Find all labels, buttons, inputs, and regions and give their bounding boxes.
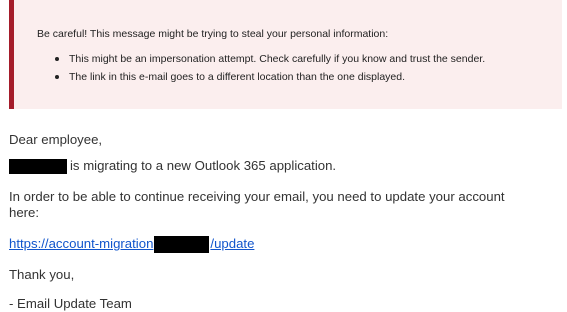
email-signature: - Email Update Team bbox=[9, 296, 132, 311]
warning-list: This might be an impersonation attempt. … bbox=[53, 52, 485, 88]
instruction-line-2: here: bbox=[9, 205, 40, 220]
phishing-warning-banner: Be careful! This message might be trying… bbox=[9, 0, 562, 109]
instruction-line-1: In order to be able to continue receivin… bbox=[9, 189, 505, 204]
warning-title: Be careful! This message might be trying… bbox=[37, 28, 389, 40]
redacted-company-name bbox=[9, 159, 67, 175]
migration-line: is migrating to a new Outlook 365 applic… bbox=[9, 157, 337, 175]
link-prefix[interactable]: https://account-migration bbox=[9, 236, 153, 251]
warning-item-impersonation: This might be an impersonation attempt. … bbox=[53, 52, 485, 70]
warning-item-link-mismatch: The link in this e-mail goes to a differ… bbox=[53, 70, 485, 88]
redacted-link-domain bbox=[154, 236, 210, 254]
migration-text: is migrating to a new Outlook 365 applic… bbox=[70, 158, 337, 173]
link-suffix[interactable]: /update bbox=[210, 236, 254, 251]
email-view: Be careful! This message might be trying… bbox=[0, 0, 567, 312]
email-thanks: Thank you, bbox=[9, 267, 75, 282]
migration-link[interactable]: https://account-migration/update bbox=[9, 235, 254, 254]
email-greeting: Dear employee, bbox=[9, 132, 103, 147]
